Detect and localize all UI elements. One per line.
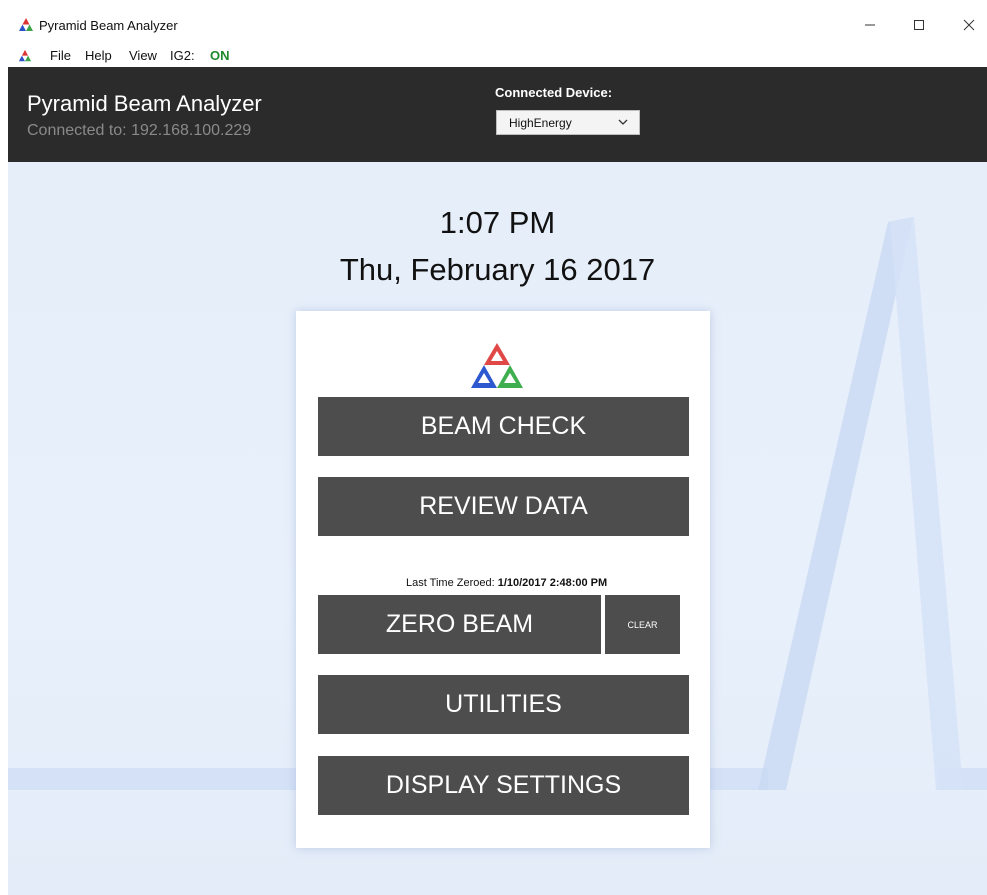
app-title: Pyramid Beam Analyzer: [27, 91, 262, 116]
pyramid-logo-icon: [19, 18, 33, 31]
main-area: 1:07 PM Thu, February 16 2017 BEAM CHECK…: [8, 162, 987, 895]
ig2-status: ON: [210, 48, 230, 63]
menu-file[interactable]: File: [50, 48, 71, 63]
clear-button[interactable]: CLEAR: [605, 595, 680, 654]
menu-bar: File Help View IG2: ON: [0, 44, 987, 66]
menu-panel: BEAM CHECK REVIEW DATA Last Time Zeroed:…: [296, 311, 710, 848]
maximize-icon[interactable]: [903, 12, 935, 38]
last-zeroed-info: Last Time Zeroed: 1/10/2017 2:48:00 PM: [406, 577, 607, 589]
menu-view[interactable]: View: [129, 48, 157, 63]
close-icon[interactable]: [953, 12, 985, 38]
connection-status: Connected to: 192.168.100.229: [27, 122, 252, 139]
last-zeroed-value: 1/10/2017 2:48:00 PM: [497, 577, 608, 589]
chevron-down-icon: [618, 119, 628, 125]
zero-beam-button[interactable]: ZERO BEAM: [318, 595, 601, 654]
current-time: 1:07 PM: [439, 205, 556, 240]
review-data-button[interactable]: REVIEW DATA: [318, 477, 689, 536]
device-select-value: HighEnergy: [509, 115, 572, 130]
app-header: Pyramid Beam Analyzer Connected to: 192.…: [8, 67, 987, 162]
menu-ig2[interactable]: IG2:: [170, 48, 195, 63]
current-date: Thu, February 16 2017: [339, 252, 656, 287]
minimize-icon[interactable]: [854, 12, 886, 38]
window-titlebar: Pyramid Beam Analyzer: [0, 0, 987, 44]
beam-check-button[interactable]: BEAM CHECK: [318, 397, 689, 456]
last-zeroed-label: Last Time Zeroed:: [406, 577, 495, 589]
connected-device-label: Connected Device:: [495, 85, 613, 100]
device-select[interactable]: HighEnergy: [496, 110, 640, 135]
display-settings-button[interactable]: DISPLAY SETTINGS: [318, 756, 689, 815]
window-title: Pyramid Beam Analyzer: [39, 18, 178, 33]
menu-help[interactable]: Help: [85, 48, 112, 63]
pyramid-menu-icon[interactable]: [18, 49, 32, 63]
pyramid-logo: [471, 343, 523, 388]
utilities-button[interactable]: UTILITIES: [318, 675, 689, 734]
